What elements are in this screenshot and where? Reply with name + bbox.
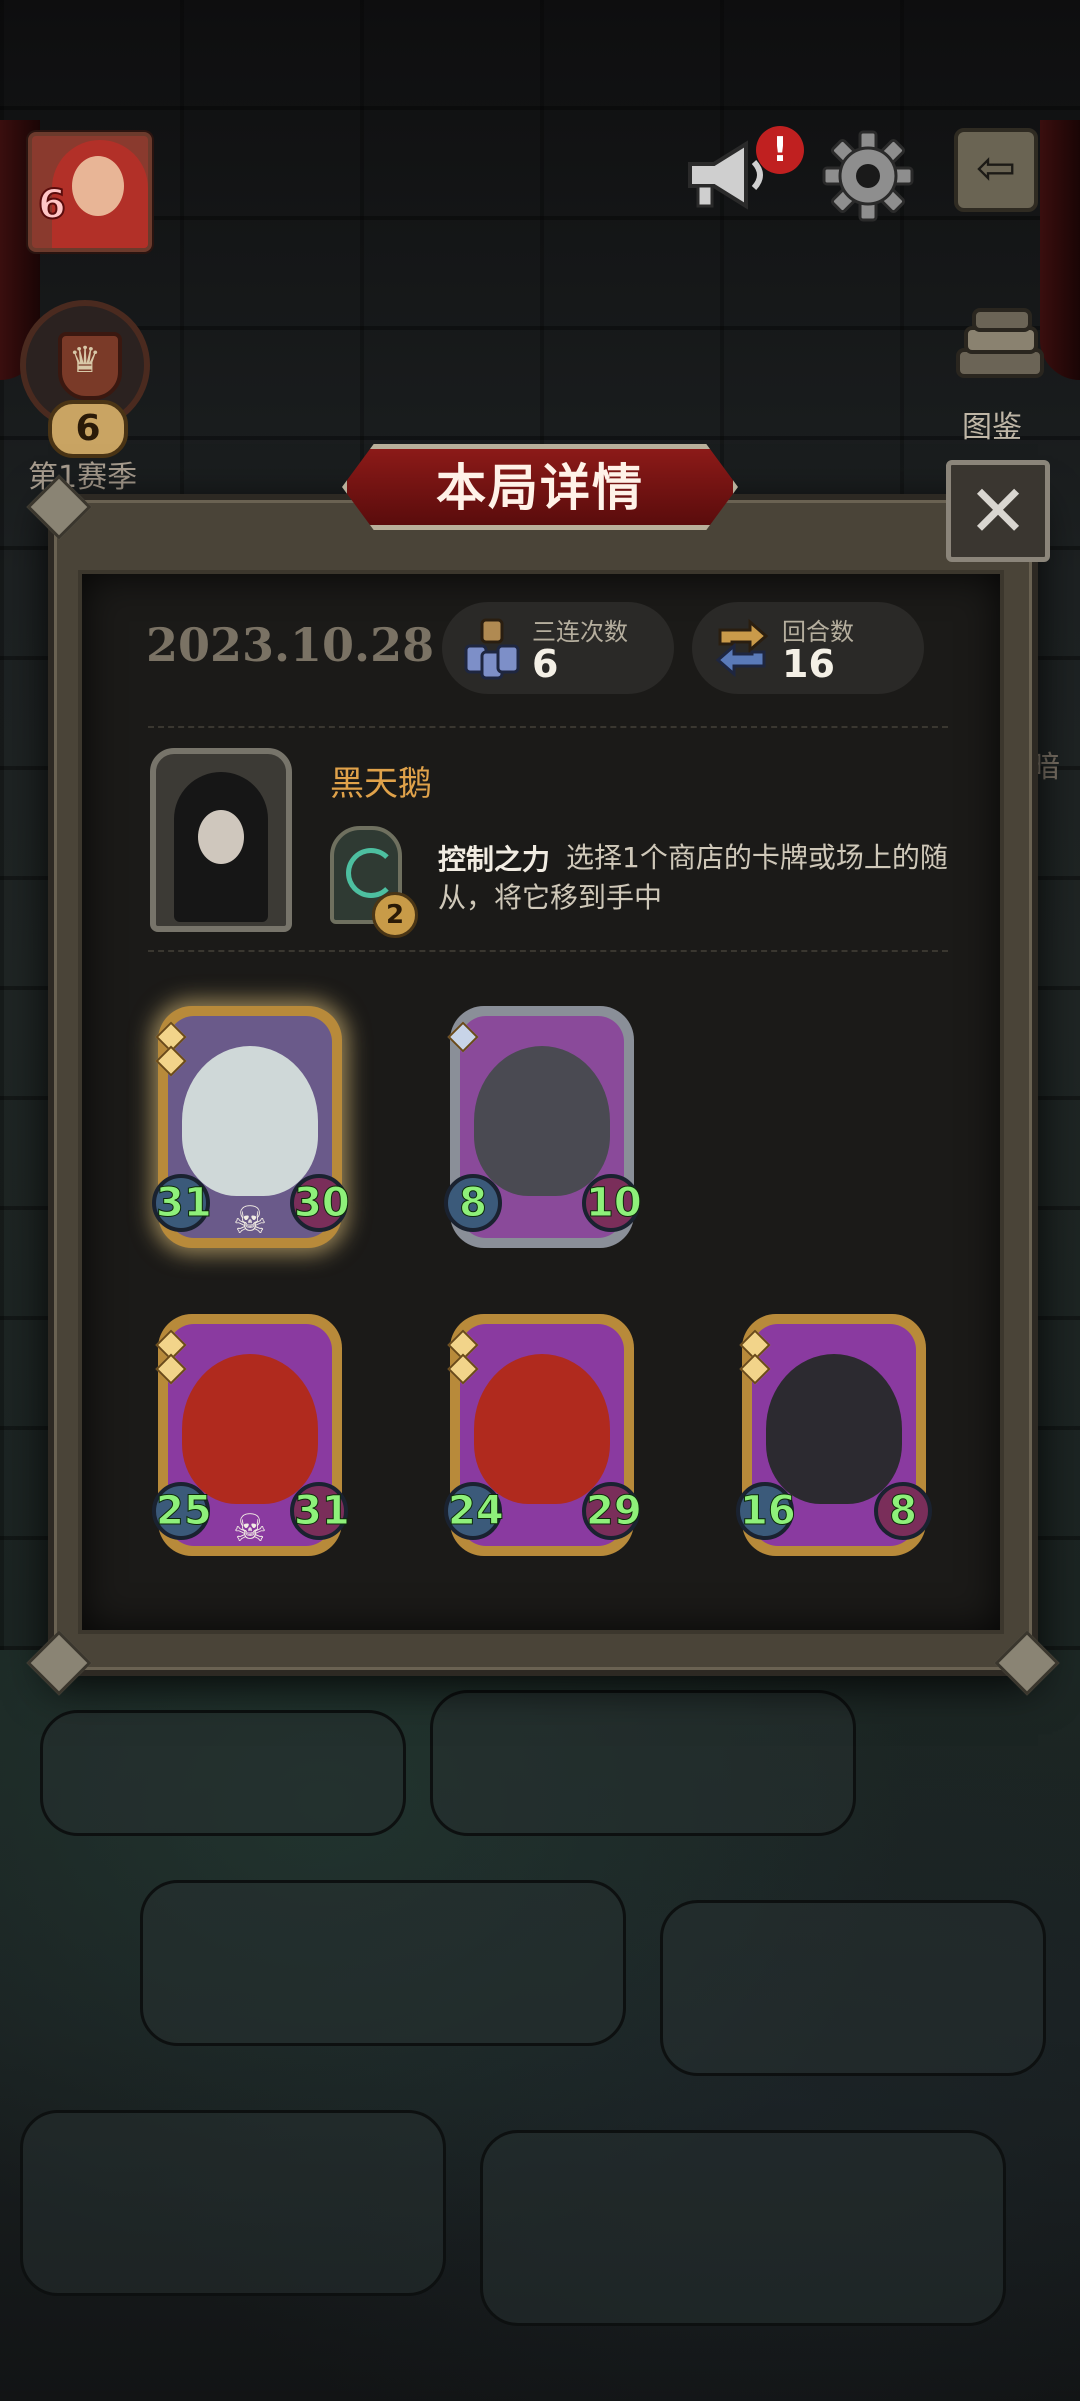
minion-creature xyxy=(474,1046,610,1196)
floor-stone xyxy=(140,1880,626,2046)
skull-icon: ☠ xyxy=(232,1506,268,1550)
codex-label[interactable]: 图鉴 xyxy=(962,402,1022,446)
dungeon-floor-background xyxy=(0,1650,1080,2401)
floor-stone xyxy=(20,2110,446,2296)
minion-card[interactable]: 25 ☠ 31 xyxy=(152,1314,350,1556)
minion-card[interactable]: 8 10 xyxy=(444,1006,642,1248)
minion-creature xyxy=(182,1354,318,1504)
swirl-icon xyxy=(346,848,396,898)
match-date: 2023.10.28 xyxy=(146,618,435,672)
player-avatar[interactable]: 6 xyxy=(28,132,152,252)
hero-power-name: 控制之力 xyxy=(438,843,551,876)
minion-creature xyxy=(766,1354,902,1504)
floor-stone xyxy=(480,2130,1006,2326)
triple-merge-icon xyxy=(464,618,520,680)
avatar-face xyxy=(72,156,124,216)
notification-badge: ! xyxy=(756,126,804,174)
minion-attack: 16 xyxy=(736,1482,796,1540)
hero-portrait[interactable] xyxy=(150,748,292,932)
floor-stone xyxy=(40,1710,406,1836)
rank-level: 6 xyxy=(48,400,128,458)
player-level: 6 xyxy=(37,181,67,229)
hero-name: 黑天鹅 xyxy=(330,764,432,804)
minion-health: 8 xyxy=(874,1482,932,1540)
minion-attack: 25 xyxy=(152,1482,212,1540)
minion-attack: 8 xyxy=(444,1174,502,1232)
floor-stone xyxy=(430,1690,856,1836)
gear-icon[interactable] xyxy=(822,130,914,222)
exit-arrow-icon: ⇦ xyxy=(975,140,1017,196)
minion-creature xyxy=(182,1046,318,1196)
rounds-cycle-icon xyxy=(715,618,769,678)
minion-health: 30 xyxy=(290,1174,350,1232)
minion-card[interactable]: 16 8 xyxy=(736,1314,932,1556)
triples-value: 6 xyxy=(532,642,559,686)
divider xyxy=(148,726,948,728)
hero-power-cost: 2 xyxy=(372,892,418,938)
rounds-value: 16 xyxy=(782,642,835,686)
close-button[interactable]: ✕ xyxy=(946,460,1050,562)
minion-card[interactable]: 24 29 xyxy=(444,1314,642,1556)
dialog-title: 本局详情 xyxy=(436,459,644,517)
rounds-stat: 回合数 16 xyxy=(692,602,924,694)
skull-icon: ☠ xyxy=(232,1198,268,1242)
minion-creature xyxy=(474,1354,610,1504)
minion-attack: 31 xyxy=(152,1174,212,1232)
minion-card[interactable]: 31 ☠ 30 xyxy=(152,1006,350,1248)
floor-stone xyxy=(660,1900,1046,2076)
minion-health: 31 xyxy=(290,1482,350,1540)
minion-health: 29 xyxy=(582,1482,642,1540)
crown-icon: ♛ xyxy=(68,340,102,381)
triples-stat: 三连次数 6 xyxy=(442,602,674,694)
hero-face xyxy=(198,810,244,864)
minion-health: 10 xyxy=(582,1174,642,1232)
exit-button[interactable]: ⇦ xyxy=(954,128,1038,212)
divider xyxy=(148,950,948,952)
minion-attack: 24 xyxy=(444,1482,504,1540)
codex-book-icon[interactable] xyxy=(950,306,1050,396)
close-icon: ✕ xyxy=(967,469,1029,553)
